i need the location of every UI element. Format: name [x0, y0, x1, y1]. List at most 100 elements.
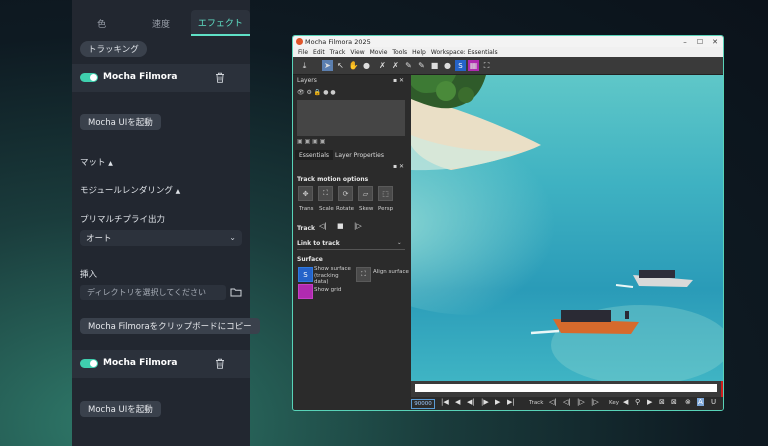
track-next-icon[interactable]: |▷ [577, 398, 585, 406]
key-options-icon[interactable]: ⊠ [671, 398, 677, 406]
trash-icon[interactable] [215, 358, 225, 369]
module-rendering-label: モジュールレンダリング [80, 186, 173, 196]
prev-key-icon[interactable]: ◀ [623, 398, 628, 406]
layers-list[interactable] [297, 100, 405, 136]
premultiply-value: オート [86, 234, 112, 244]
trash-icon[interactable] [215, 72, 225, 83]
play-backwards-icon[interactable]: ◀| [467, 398, 475, 406]
menu-file[interactable]: File [298, 49, 308, 56]
copy-to-clipboard-button[interactable]: Mocha Filmoraをクリップボードにコピー [80, 318, 260, 334]
maximize-icon[interactable]: ☐ [693, 36, 707, 47]
rectangle-tool-icon[interactable]: ■ [429, 60, 440, 71]
go-to-end-icon[interactable]: ▶| [507, 398, 515, 406]
align-surface-icon[interactable]: ⛶ [356, 267, 371, 282]
matte-section[interactable]: マット ▲ [80, 156, 113, 168]
xspline-tool-icon[interactable]: ✗ [377, 60, 388, 71]
add-key-icon[interactable]: ⚲ [635, 398, 640, 406]
trans-option-icon[interactable]: ✥ [298, 186, 313, 201]
beach-photo [411, 75, 723, 381]
rotate-label: Rotate [336, 206, 355, 212]
menu-movie[interactable]: Movie [370, 49, 388, 56]
panel-close-icon[interactable]: ▪ ✕ [393, 77, 404, 84]
persp-option-icon[interactable]: ⬚ [378, 186, 393, 201]
window-titlebar: Mocha Filmora 2025 – ☐ ✕ [293, 36, 723, 47]
tab-essentials[interactable]: Essentials [295, 150, 334, 160]
module-rendering-section[interactable]: モジュールレンダリング ▲ [80, 184, 180, 196]
add-point-tool-icon[interactable]: ↖ [335, 60, 346, 71]
surface-icon[interactable]: S [455, 60, 466, 71]
track-label: Track [297, 225, 315, 232]
menu-view[interactable]: View [350, 49, 364, 56]
effect-enable-toggle-2[interactable] [80, 359, 98, 368]
align-surface-icon[interactable]: ⛶ [481, 60, 492, 71]
folder-icon[interactable] [230, 287, 242, 297]
timeline-ruler[interactable] [415, 384, 717, 392]
layer-visibility-icons[interactable]: 👁 ⚙ 🔒 ● ● [297, 89, 336, 96]
grid-icon[interactable]: ▦ [468, 60, 479, 71]
video-viewer[interactable] [411, 75, 723, 381]
delete-key-icon[interactable]: ⊠ [659, 398, 665, 406]
go-to-start-icon[interactable]: |◀ [441, 398, 449, 406]
hand-tool-icon[interactable]: ✋ [348, 60, 359, 71]
chevron-up-icon: ▲ [175, 188, 181, 195]
layers-title: Layers [297, 77, 317, 84]
track-prev-icon[interactable]: ◁| [563, 398, 571, 406]
tab-speed[interactable]: 速度 [131, 10, 190, 36]
rotate-option-icon[interactable]: ⟳ [338, 186, 353, 201]
timeline[interactable] [411, 381, 723, 397]
status-key-label: Key [609, 400, 619, 406]
menu-help[interactable]: Help [412, 49, 426, 56]
prev-frame-icon[interactable]: ◀ [455, 398, 460, 406]
track-backwards-icon[interactable]: ◁| [319, 222, 327, 230]
premultiply-output-label: プリマルチプライ出力 [80, 215, 166, 225]
minimize-icon[interactable]: – [678, 36, 692, 47]
tracking-chip[interactable]: トラッキング [80, 41, 147, 57]
show-grid-icon[interactable] [298, 284, 313, 299]
menu-workspace[interactable]: Workspace: Essentials [431, 49, 498, 56]
directory-input[interactable]: ディレクトリを選択してください [80, 285, 226, 300]
frame-number[interactable]: 90000 [411, 399, 435, 409]
launch-mocha-ui-button[interactable]: Mocha UIを起動 [80, 114, 161, 130]
auto-key-icon[interactable]: A [697, 398, 704, 406]
launch-mocha-ui-button-2[interactable]: Mocha UIを起動 [80, 401, 161, 417]
add-xspline-tool-icon[interactable]: ✗ [390, 60, 401, 71]
bezier-tool-icon[interactable]: ✎ [403, 60, 414, 71]
surface-title: Surface [297, 256, 323, 263]
menu-tools[interactable]: Tools [392, 49, 407, 56]
menu-track[interactable]: Track [330, 49, 346, 56]
zoom-tool-icon[interactable]: ● [361, 60, 372, 71]
u-toggle-icon[interactable]: U [711, 398, 716, 406]
close-icon[interactable]: ✕ [708, 36, 722, 47]
show-surface-icon[interactable]: S [298, 267, 313, 282]
chevron-down-icon[interactable]: ⌄ [397, 240, 402, 247]
playhead-marker[interactable] [721, 381, 723, 397]
tab-color[interactable]: 色 [72, 10, 131, 36]
skew-option-icon[interactable]: ▱ [358, 186, 373, 201]
link-to-track-label[interactable]: Link to track [297, 240, 340, 247]
track-forward-icon[interactable]: |▷ [591, 398, 599, 406]
track-forwards-icon[interactable]: |▷ [354, 222, 362, 230]
save-icon[interactable]: ⤓ [299, 60, 310, 71]
tab-effects[interactable]: エフェクト [190, 10, 250, 36]
skew-label: Skew [359, 206, 374, 212]
next-key-icon[interactable]: ▶ [647, 398, 652, 406]
tab-layer-properties[interactable]: Layer Properties [331, 150, 388, 160]
premultiply-select[interactable]: オート ⌄ [80, 230, 242, 246]
play-forwards-icon[interactable]: |▶ [481, 398, 489, 406]
select-tool-icon[interactable]: ➤ [322, 60, 333, 71]
effect-enable-toggle[interactable] [80, 73, 98, 82]
matte-label: マット [80, 158, 106, 168]
next-frame-icon[interactable]: ▶ [495, 398, 500, 406]
track-back-icon[interactable]: ◁| [549, 398, 557, 406]
keyframe-icon[interactable]: ⊗ [685, 398, 691, 406]
scale-option-icon[interactable]: ⛶ [318, 186, 333, 201]
panel-close-icon[interactable]: ▪ ✕ [393, 163, 404, 170]
effect-title-2: Mocha Filmora [103, 358, 178, 368]
panel-tabs: 色 速度 エフェクト [72, 10, 250, 36]
ellipse-tool-icon[interactable]: ● [442, 60, 453, 71]
stop-tracking-icon[interactable]: ■ [337, 222, 344, 230]
transport-bar: 90000 |◀ ◀ ◀| |▶ ▶ ▶| Track ◁| ◁| |▷ |▷ … [411, 397, 723, 410]
add-bezier-tool-icon[interactable]: ✎ [416, 60, 427, 71]
layer-actions-icons[interactable]: ▣ ▣ ▣ ▣ [297, 138, 325, 145]
menu-edit[interactable]: Edit [313, 49, 325, 56]
